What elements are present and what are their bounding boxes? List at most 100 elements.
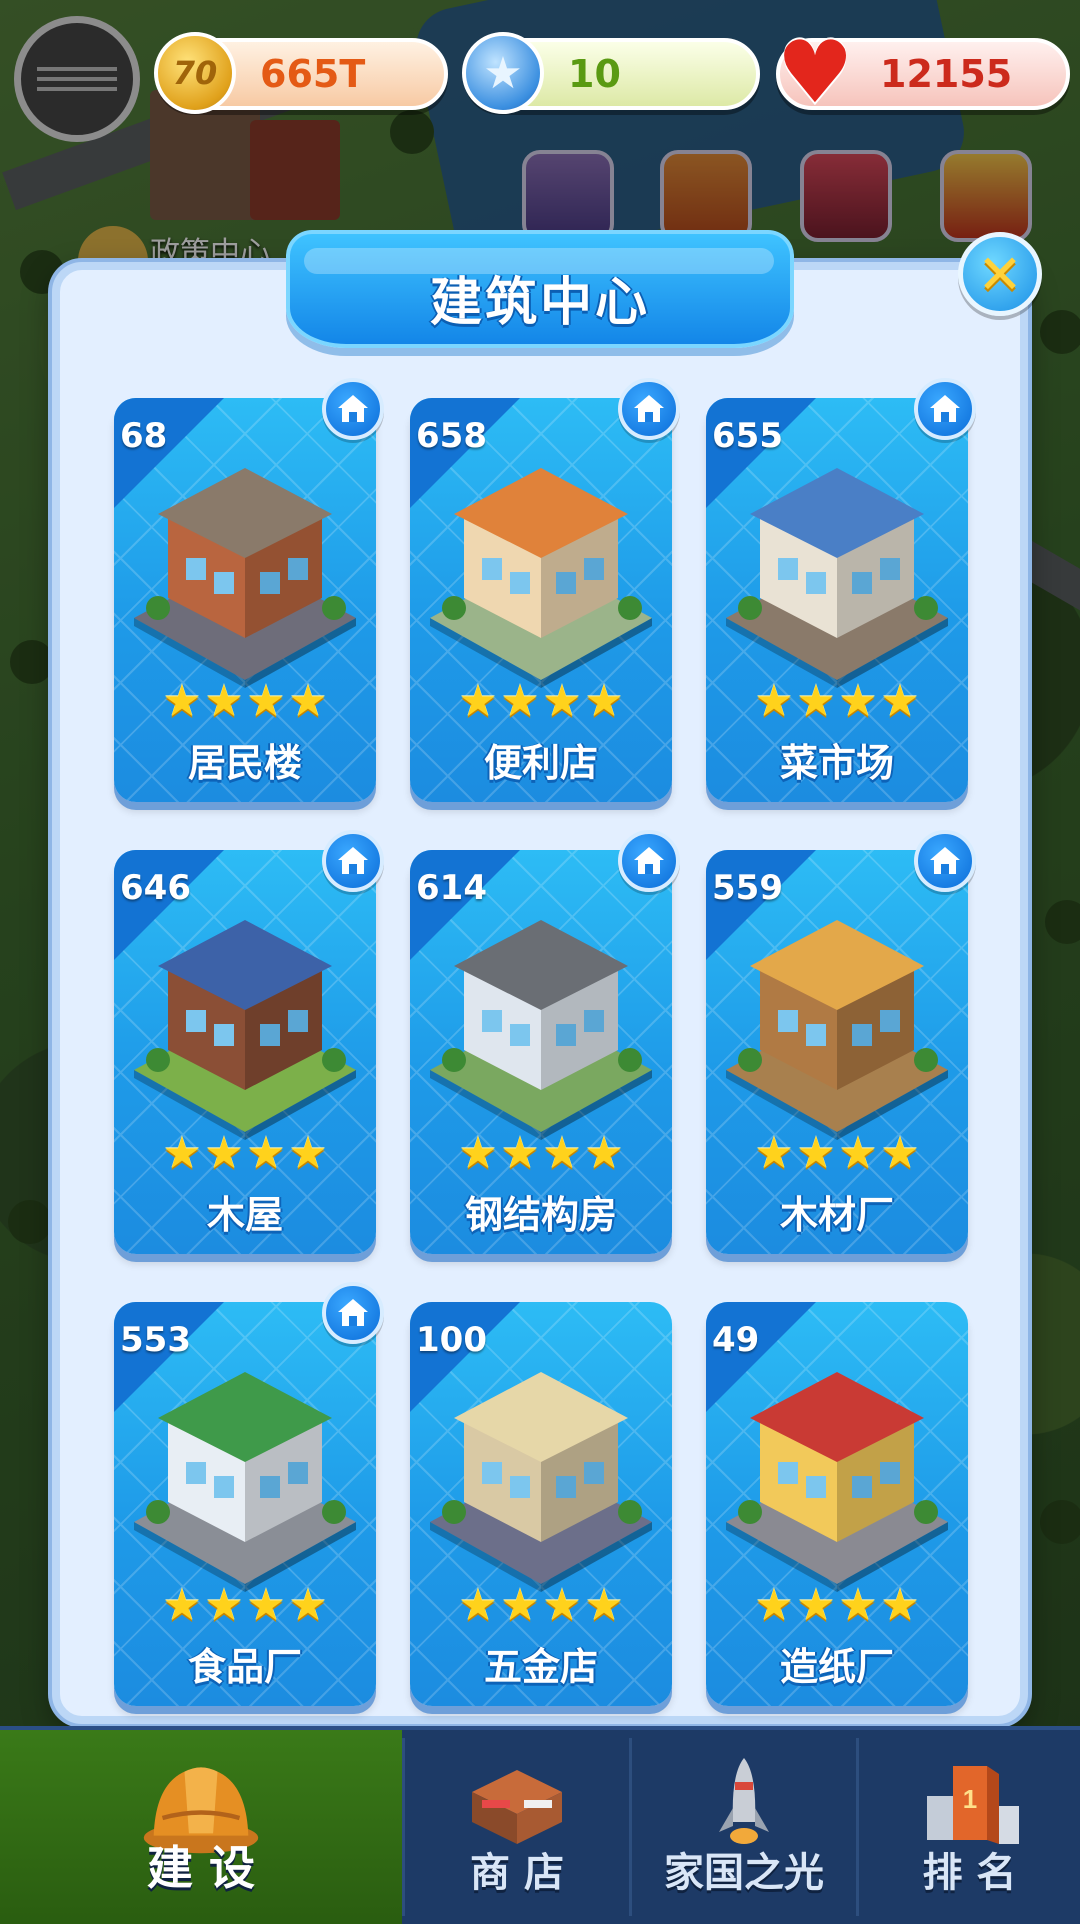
star-rating: ★★★★: [114, 1132, 376, 1176]
home-badge[interactable]: [914, 830, 976, 892]
star-icon: ★: [796, 1580, 836, 1631]
star-icon: ★: [246, 1580, 286, 1631]
star-icon: ★: [880, 1580, 920, 1631]
nav-tab-national-glory[interactable]: 家国之光: [632, 1730, 856, 1924]
home-badge[interactable]: [322, 378, 384, 440]
building-card[interactable]: 614 ★★★★ 钢结构房: [410, 850, 672, 1254]
close-button[interactable]: ✕: [958, 232, 1042, 316]
star-icon: ★: [584, 1128, 624, 1179]
svg-text:1: 1: [962, 1784, 976, 1814]
building-name: 五金店: [483, 1645, 598, 1689]
star-rating: ★★★★: [114, 1584, 376, 1628]
building-card[interactable]: 68 ★★★★ 居民楼: [114, 398, 376, 802]
building-card[interactable]: 49 ★★★★ 造纸厂: [706, 1302, 968, 1706]
bottom-nav: 建 设 商 店 家国之光 1 排 名: [0, 1726, 1080, 1924]
star-rating: ★★★★: [410, 1584, 672, 1628]
star-icon: ★: [246, 676, 286, 727]
star-icon: ★: [542, 1128, 582, 1179]
star-icon: ★: [288, 676, 328, 727]
star-icon: ★: [838, 1580, 878, 1631]
home-badge[interactable]: [914, 378, 976, 440]
home-badge[interactable]: [618, 378, 680, 440]
star-icon: ★: [796, 1128, 836, 1179]
coin-icon: 70: [154, 32, 236, 114]
home-icon: [338, 1299, 368, 1326]
star-rating: ★★★★: [706, 680, 968, 724]
star-icon: ★: [162, 1580, 202, 1631]
coin-value: 665T: [260, 52, 366, 96]
building-name: 造纸厂: [779, 1645, 894, 1689]
star-rating: ★★★★: [706, 1132, 968, 1176]
building-name: 食品厂: [187, 1645, 302, 1689]
heart-counter[interactable]: ♥ 12155: [776, 30, 1070, 116]
star-icon: ★: [458, 1128, 498, 1179]
building-illustration: [726, 1372, 948, 1592]
star-icon: ★: [880, 1128, 920, 1179]
star-icon: ★: [458, 1580, 498, 1631]
nav-tab-ranking[interactable]: 1 排 名: [859, 1730, 1080, 1924]
star-rating: ★★★★: [410, 680, 672, 724]
building-name: 便利店: [483, 741, 598, 785]
building-illustration: [134, 468, 356, 688]
home-badge[interactable]: [322, 830, 384, 892]
blue-star-icon: ★: [462, 32, 544, 114]
building-illustration: [430, 920, 652, 1140]
star-icon: ★: [754, 1580, 794, 1631]
home-badge[interactable]: [618, 830, 680, 892]
star-icon: ★: [754, 676, 794, 727]
star-rating: ★★★★: [706, 1584, 968, 1628]
star-icon: ★: [584, 1580, 624, 1631]
building-card[interactable]: 100 ★★★★ 五金店: [410, 1302, 672, 1706]
coin-counter[interactable]: 70 665T: [154, 32, 448, 114]
home-icon: [634, 395, 664, 422]
building-illustration: [430, 468, 652, 688]
star-icon: ★: [584, 676, 624, 727]
star-icon: ★: [500, 1580, 540, 1631]
star-icon: ★: [500, 1128, 540, 1179]
nav-tab-label: 家国之光: [664, 1850, 824, 1896]
star-counter[interactable]: ★ 10: [462, 32, 760, 114]
star-icon: ★: [500, 676, 540, 727]
building-name: 菜市场: [779, 741, 894, 785]
home-icon: [338, 847, 368, 874]
star-icon: ★: [162, 676, 202, 727]
star-icon: ★: [838, 1128, 878, 1179]
building-card[interactable]: 658 ★★★★ 便利店: [410, 398, 672, 802]
building-name: 木材厂: [779, 1193, 894, 1237]
star-icon: ★: [754, 1128, 794, 1179]
building-name: 木屋: [206, 1193, 283, 1237]
star-icon: ★: [204, 676, 244, 727]
building-illustration: [134, 1372, 356, 1592]
close-icon: ✕: [977, 242, 1023, 306]
building-card[interactable]: 559 ★★★★ 木材厂: [706, 850, 968, 1254]
nav-tab-label: 建 设: [146, 1841, 255, 1895]
star-icon: ★: [458, 676, 498, 727]
home-icon: [930, 395, 960, 422]
home-icon: [930, 847, 960, 874]
star-rating: ★★★★: [114, 680, 376, 724]
nav-tab-label: 商 店: [470, 1850, 564, 1896]
building-illustration: [726, 920, 948, 1140]
rocket-icon: [719, 1758, 769, 1844]
star-icon: ★: [542, 1580, 582, 1631]
player-avatar[interactable]: [14, 16, 140, 142]
avatar-image: [37, 61, 117, 97]
building-name: 钢结构房: [464, 1193, 617, 1237]
star-rating: ★★★★: [410, 1132, 672, 1176]
star-icon: ★: [246, 1128, 286, 1179]
shop-icon: [472, 1770, 562, 1844]
heart-icon: ♥: [776, 23, 854, 123]
building-card[interactable]: 646 ★★★★ 木屋: [114, 850, 376, 1254]
home-icon: [338, 395, 368, 422]
building-card[interactable]: 655 ★★★★ 菜市场: [706, 398, 968, 802]
nav-tab-shop[interactable]: 商 店: [405, 1730, 629, 1924]
building-illustration: [726, 468, 948, 688]
home-badge[interactable]: [322, 1282, 384, 1344]
dialog-title: 建筑中心: [429, 273, 650, 333]
home-icon: [634, 847, 664, 874]
building-name: 居民楼: [187, 741, 302, 785]
building-card[interactable]: 553 ★★★★ 食品厂: [114, 1302, 376, 1706]
nav-tab-build[interactable]: 建 设: [0, 1730, 402, 1924]
heart-value: 12155: [880, 52, 1013, 96]
star-icon: ★: [838, 676, 878, 727]
